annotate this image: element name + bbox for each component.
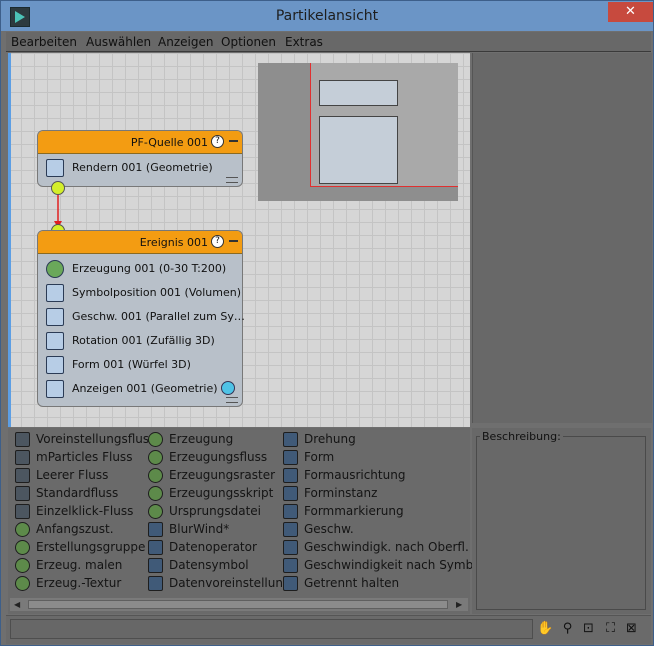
source-node-header[interactable]: PF-Quelle 001 ? xyxy=(38,131,242,154)
scrollbar-thumb[interactable] xyxy=(28,600,448,609)
window-title: Partikelansicht xyxy=(275,8,379,24)
birth-icon xyxy=(148,432,163,447)
shape-mark-icon xyxy=(283,504,298,519)
resize-grip-icon[interactable] xyxy=(226,397,238,403)
rotation-icon xyxy=(46,332,64,350)
birth-file-icon xyxy=(148,504,163,519)
display-color-swatch[interactable] xyxy=(221,381,235,395)
menu-anzeigen[interactable]: Anzeigen xyxy=(158,35,213,49)
flow-icon xyxy=(15,486,30,501)
texture-icon xyxy=(15,576,30,591)
source-node-title: PF-Quelle 001 xyxy=(130,136,208,149)
particle-diagram-canvas[interactable]: PF-Quelle 001 ? Rendern 001 (Geometrie) … xyxy=(8,53,470,427)
birth-script-icon xyxy=(148,486,163,501)
initial-state-icon xyxy=(15,522,30,537)
operator-label: Anzeigen 001 (Geometrie) xyxy=(72,382,218,395)
minimize-icon[interactable] xyxy=(229,240,238,242)
shape-instance-icon xyxy=(283,486,298,501)
shape-facing-icon xyxy=(283,468,298,483)
description-panel: Beschreibung: xyxy=(472,428,651,614)
operator-label: Form 001 (Würfel 3D) xyxy=(72,358,191,371)
menu-bearbeiten[interactable]: Bearbeiten xyxy=(11,35,77,49)
menu-auswaehlen[interactable]: Auswählen xyxy=(86,35,151,49)
depot-horizontal-scrollbar[interactable]: ◀ ▶ xyxy=(10,598,468,611)
operator-label: Geschw. 001 (Parallel zum Sy… xyxy=(72,310,245,323)
paint-icon xyxy=(15,558,30,573)
description-box xyxy=(476,436,646,610)
status-bar: ✋ ⚲ ⊡ ⛶ ⊠ xyxy=(6,615,651,644)
parameters-panel[interactable] xyxy=(472,53,652,423)
close-button[interactable]: ✕ xyxy=(608,2,653,22)
source-node[interactable]: PF-Quelle 001 ? Rendern 001 (Geometrie) xyxy=(37,130,243,187)
status-field xyxy=(10,619,533,639)
speed-icon xyxy=(46,308,64,326)
operator-label: Symbolposition 001 (Volumen) xyxy=(72,286,242,299)
operator-label: Erzeugung 001 (0-30 T:200) xyxy=(72,262,227,275)
data-preset-icon xyxy=(148,576,163,591)
flow-icon xyxy=(15,504,30,519)
wind-icon xyxy=(148,522,163,537)
navigator-event-node xyxy=(319,116,398,184)
birth-grid-icon xyxy=(148,468,163,483)
particle-view-window: Partikelansicht ✕ Bearbeiten Auswählen A… xyxy=(0,0,654,646)
zoom-extents-icon[interactable]: ⛶ xyxy=(602,620,619,637)
event-node-header[interactable]: Ereignis 001 ? xyxy=(38,231,242,254)
birth-flow-icon xyxy=(148,450,163,465)
menu-bar: Bearbeiten Auswählen Anzeigen Optionen E… xyxy=(6,32,651,52)
flow-icon xyxy=(15,432,30,447)
data-icon-icon xyxy=(148,558,163,573)
lightbulb-icon[interactable]: ? xyxy=(211,235,224,248)
shape-icon xyxy=(46,356,64,374)
resize-grip-icon[interactable] xyxy=(226,177,238,183)
keep-apart-icon xyxy=(283,576,298,591)
group-icon xyxy=(15,540,30,555)
title-bar[interactable]: Partikelansicht ✕ xyxy=(1,1,653,31)
display-icon xyxy=(46,380,64,398)
data-operator-icon xyxy=(148,540,163,555)
navigator-overview[interactable] xyxy=(258,63,458,201)
shape-icon xyxy=(283,450,298,465)
operator-label: Rotation 001 (Zufällig 3D) xyxy=(72,334,215,347)
navigator-source-node xyxy=(319,80,398,106)
no-zoom-icon[interactable]: ⊠ xyxy=(623,620,640,637)
operator-label: Rendern 001 (Geometrie) xyxy=(72,161,213,174)
minimize-icon[interactable] xyxy=(229,140,238,142)
menu-optionen[interactable]: Optionen xyxy=(221,35,276,49)
canvas-left-stripe xyxy=(8,53,11,427)
navigator-viewport-frame[interactable] xyxy=(310,63,458,187)
birth-icon xyxy=(46,260,64,278)
speed-by-surface-icon xyxy=(283,540,298,555)
render-icon xyxy=(46,159,64,177)
description-label: Beschreibung: xyxy=(480,430,563,443)
lightbulb-icon[interactable]: ? xyxy=(211,135,224,148)
position-icon xyxy=(46,284,64,302)
speed-by-icon-icon xyxy=(283,558,298,573)
event-node[interactable]: Ereignis 001 ? Erzeugung 001 (0-30 T:200… xyxy=(37,230,245,407)
scroll-right-icon[interactable]: ▶ xyxy=(456,600,462,609)
event-node-title: Ereignis 001 xyxy=(139,236,208,249)
scroll-left-icon[interactable]: ◀ xyxy=(14,600,20,609)
zoom-icon[interactable]: ⚲ xyxy=(559,620,576,637)
zoom-region-icon[interactable]: ⊡ xyxy=(580,620,597,637)
operator-depot[interactable]: Voreinstellungsfluss mParticles Fluss Le… xyxy=(8,428,484,614)
rotation-icon xyxy=(283,432,298,447)
pan-hand-icon[interactable]: ✋ xyxy=(537,620,554,637)
menu-separator xyxy=(6,51,651,52)
flow-icon xyxy=(15,468,30,483)
menu-extras[interactable]: Extras xyxy=(285,35,323,49)
speed-icon xyxy=(283,522,298,537)
flow-icon xyxy=(15,450,30,465)
